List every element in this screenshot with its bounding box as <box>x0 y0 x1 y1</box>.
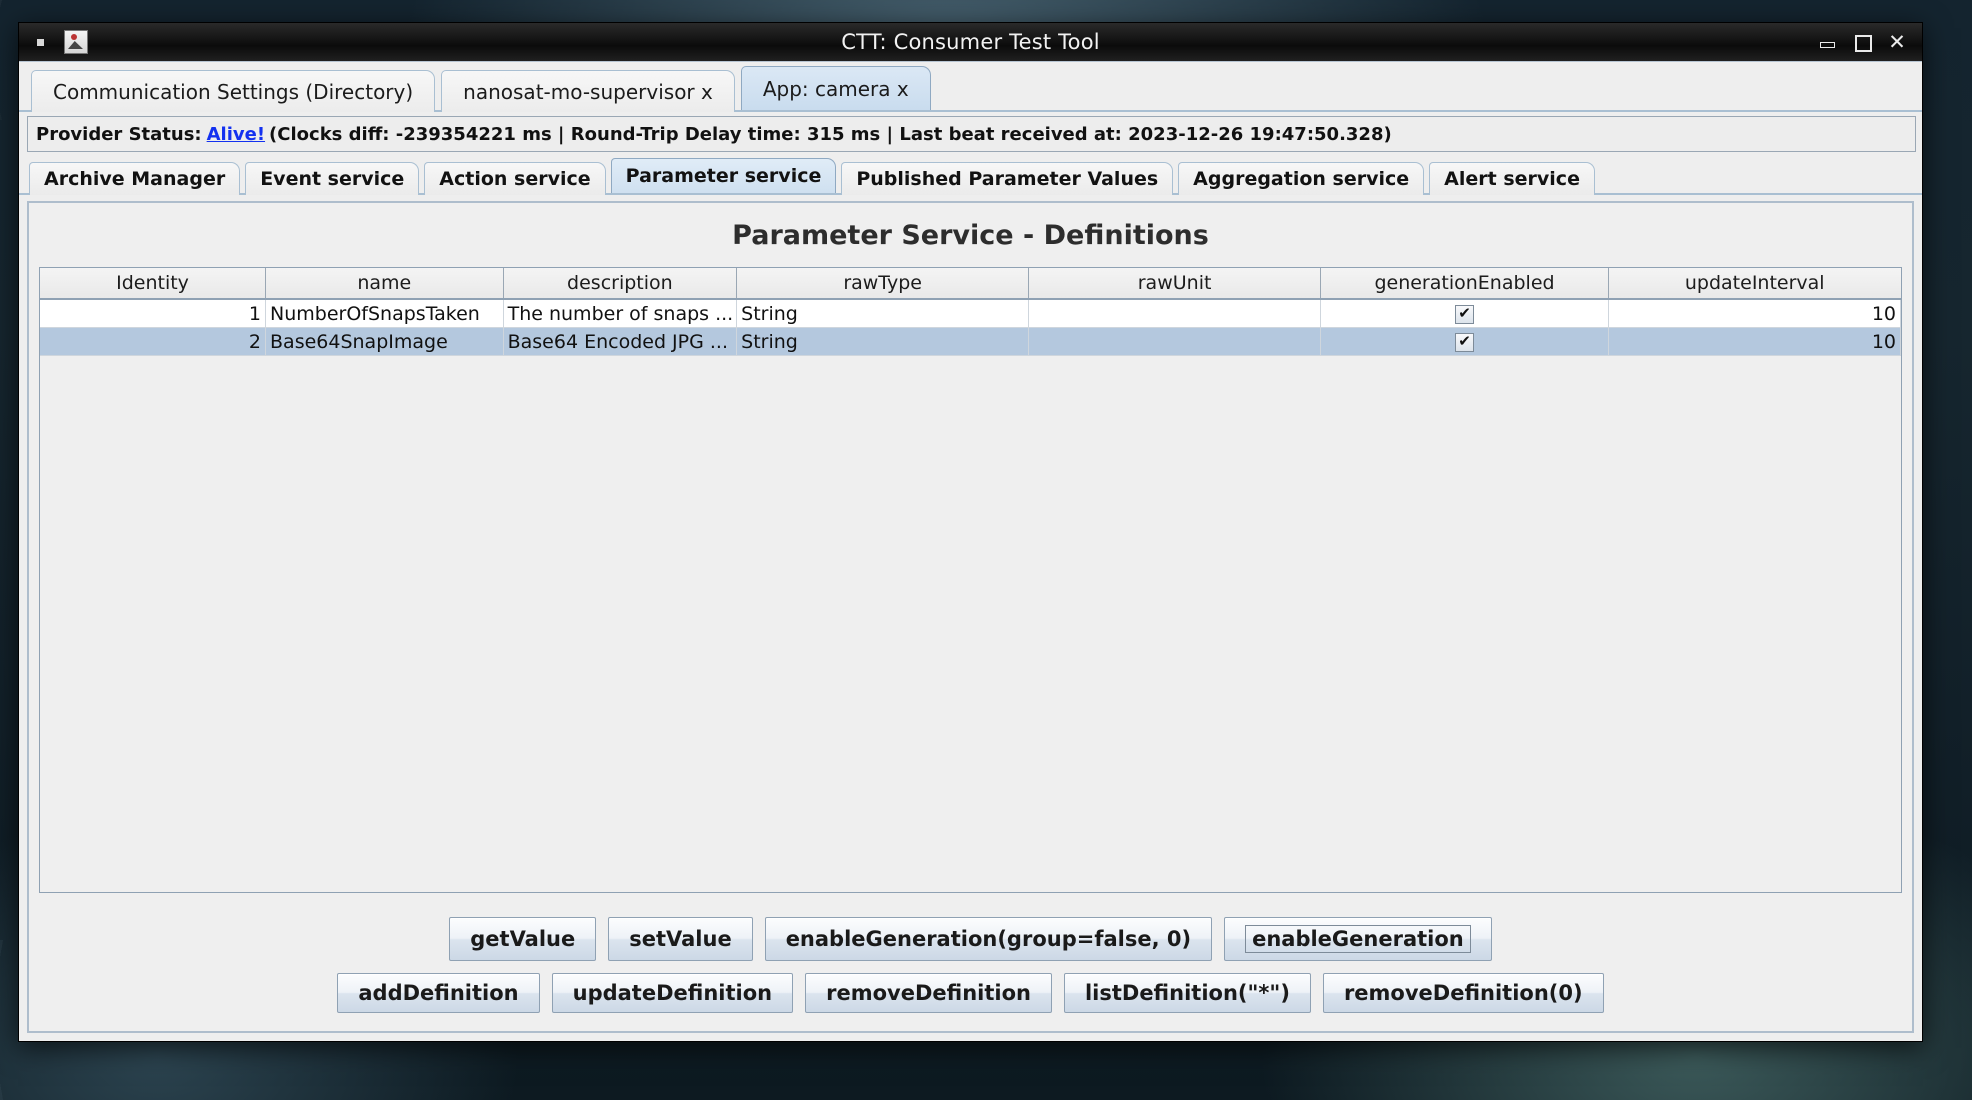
provider-status-bar: Provider Status: Alive! (Clocks diff: -2… <box>27 116 1916 152</box>
enable-generation-button[interactable]: enableGeneration <box>1224 917 1492 961</box>
column-header-name[interactable]: name <box>265 268 504 300</box>
column-header-identity[interactable]: Identity <box>40 268 267 300</box>
window-controls: ✕ <box>1818 32 1922 53</box>
tab-nanosat-mo-supervisor[interactable]: nanosat-mo-supervisor x <box>441 70 735 112</box>
column-header-description[interactable]: description <box>503 268 738 300</box>
window-body: Communication Settings (Directory) nanos… <box>19 61 1922 1041</box>
minimize-icon[interactable] <box>1818 33 1836 51</box>
cell-name: NumberOfSnapsTaken <box>265 299 504 328</box>
window-title-bar[interactable]: CTT: Consumer Test Tool ✕ <box>19 23 1922 61</box>
page-title: Parameter Service - Definitions <box>732 219 1209 251</box>
definitions-table-scrollpane[interactable]: Identity name description rawType rawUni… <box>39 267 1902 893</box>
action-button-row-2: addDefinition updateDefinition removeDef… <box>29 973 1912 1013</box>
tab-archive-manager[interactable]: Archive Manager <box>29 162 241 195</box>
cell-identity: 2 <box>40 327 267 356</box>
cell-name: Base64SnapImage <box>265 327 504 356</box>
update-definition-button[interactable]: updateDefinition <box>551 973 794 1013</box>
window-title: CTT: Consumer Test Tool <box>841 30 1100 54</box>
cell-description: The number of snaps ... <box>503 299 738 328</box>
application-window: CTT: Consumer Test Tool ✕ Communication … <box>18 22 1923 1042</box>
table-row[interactable]: 2 Base64SnapImage Base64 Encoded JPG ...… <box>40 327 1901 356</box>
provider-status-label: Provider Status: <box>36 123 202 145</box>
service-tab-bar: Archive Manager Event service Action ser… <box>19 155 1922 195</box>
window-menu-dot-icon <box>37 38 44 46</box>
enable-generation-button-label: enableGeneration <box>1245 925 1471 953</box>
checkbox-checked-icon[interactable]: ✔ <box>1455 304 1475 324</box>
cell-rawunit <box>1028 299 1322 328</box>
enable-generation-group-button[interactable]: enableGeneration(group=false, 0) <box>764 917 1213 961</box>
cell-updateinterval: 10 <box>1608 327 1901 356</box>
column-header-rawunit[interactable]: rawUnit <box>1028 268 1322 300</box>
table-header-row: Identity name description rawType rawUni… <box>40 268 1901 300</box>
tab-parameter-service[interactable]: Parameter service <box>610 158 837 193</box>
tab-published-parameter-values[interactable]: Published Parameter Values <box>841 162 1174 195</box>
get-value-button[interactable]: getValue <box>449 917 597 961</box>
tab-action-service[interactable]: Action service <box>424 162 606 195</box>
cell-generationenabled[interactable]: ✔ <box>1320 327 1609 356</box>
provider-status-value[interactable]: Alive! <box>207 124 265 145</box>
checkbox-checked-icon[interactable]: ✔ <box>1455 332 1475 352</box>
action-button-row-1: getValue setValue enableGeneration(group… <box>29 917 1912 961</box>
definitions-table: Identity name description rawType rawUni… <box>40 268 1901 356</box>
app-icon <box>64 30 88 54</box>
tab-alert-service[interactable]: Alert service <box>1429 162 1595 195</box>
application-tab-bar: Communication Settings (Directory) nanos… <box>19 62 1922 112</box>
table-row[interactable]: 1 NumberOfSnapsTaken The number of snaps… <box>40 299 1901 328</box>
cell-updateinterval: 10 <box>1608 299 1901 328</box>
table-empty-area <box>40 356 1901 892</box>
remove-definition-button[interactable]: removeDefinition <box>805 973 1052 1013</box>
tab-aggregation-service[interactable]: Aggregation service <box>1178 162 1425 195</box>
cell-rawtype: String <box>736 327 1030 356</box>
set-value-button[interactable]: setValue <box>608 917 753 961</box>
close-icon[interactable]: ✕ <box>1888 32 1906 53</box>
column-header-rawtype[interactable]: rawType <box>736 268 1030 300</box>
add-definition-button[interactable]: addDefinition <box>337 973 540 1013</box>
cell-rawtype: String <box>736 299 1030 328</box>
column-header-generationenabled[interactable]: generationEnabled <box>1320 268 1609 300</box>
maximize-icon[interactable] <box>1853 33 1872 52</box>
tab-event-service[interactable]: Event service <box>245 162 420 195</box>
tab-app-camera[interactable]: App: camera x <box>740 66 931 110</box>
cell-rawunit <box>1028 327 1322 356</box>
action-button-zone: getValue setValue enableGeneration(group… <box>29 893 1912 1031</box>
remove-definition-zero-button[interactable]: removeDefinition(0) <box>1322 973 1604 1013</box>
cell-identity: 1 <box>40 299 267 328</box>
provider-status-details: (Clocks diff: -239354221 ms | Round-Trip… <box>269 123 1392 145</box>
list-definition-button[interactable]: listDefinition("*") <box>1063 973 1311 1013</box>
parameter-service-panel: Parameter Service - Definitions Identity… <box>27 201 1914 1033</box>
cell-description: Base64 Encoded JPG ... <box>503 327 738 356</box>
cell-generationenabled[interactable]: ✔ <box>1320 299 1609 328</box>
column-header-updateinterval[interactable]: updateInterval <box>1608 268 1901 300</box>
tab-communication-settings[interactable]: Communication Settings (Directory) <box>31 70 436 112</box>
